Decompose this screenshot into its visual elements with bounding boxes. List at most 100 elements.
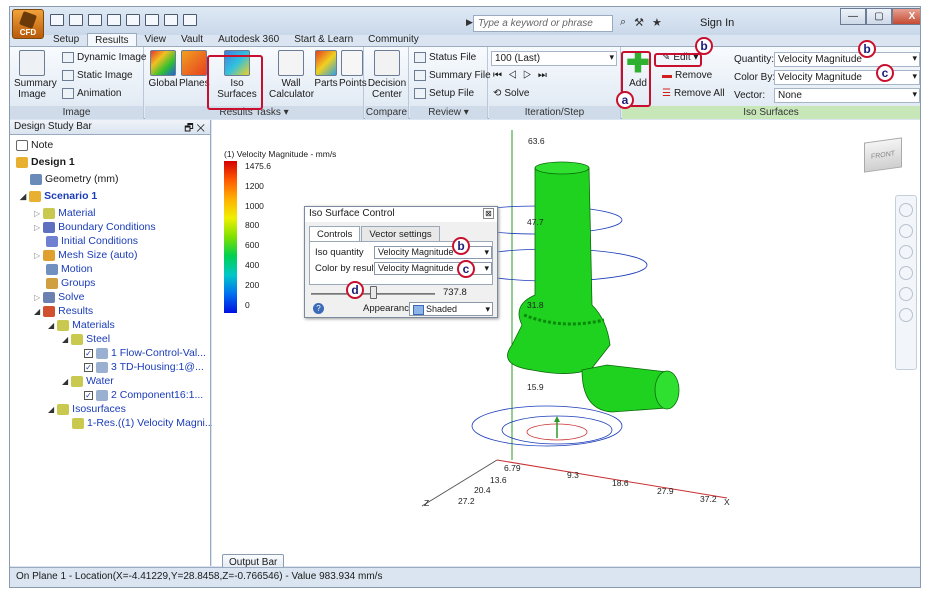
tab-controls[interactable]: Controls — [309, 226, 361, 242]
outlet-pipe — [581, 364, 668, 413]
collapse-icon[interactable]: ◢ — [62, 377, 68, 386]
graphics-viewport[interactable]: (1) Velocity Magnitude - mm/s 1475.6 120… — [212, 120, 920, 566]
tree-item-isosurfaces[interactable]: ◢ Isosurfaces — [48, 403, 126, 415]
pan-icon[interactable] — [899, 224, 913, 238]
part-icon — [96, 389, 108, 401]
app-menu-button[interactable]: CFD — [12, 9, 44, 39]
tree-item-groups[interactable]: Groups — [46, 277, 95, 289]
open-icon[interactable] — [69, 14, 83, 26]
zoom-icon[interactable] — [899, 245, 913, 259]
redo-icon[interactable] — [145, 14, 159, 26]
tree-item-geometry[interactable]: Geometry (mm) — [30, 173, 119, 185]
parts-button[interactable]: Parts — [313, 50, 339, 89]
binoculars-icon[interactable]: ⌕ — [620, 16, 626, 29]
expand-icon[interactable]: ▷ — [34, 293, 40, 302]
close-button[interactable]: X — [892, 8, 920, 25]
tree-item-steel[interactable]: ◢ Steel — [62, 333, 110, 345]
color-by-select[interactable]: Velocity Magnitude — [774, 70, 920, 85]
tree-item-material[interactable]: ▷ Material — [34, 207, 96, 219]
tab-vector-settings[interactable]: Vector settings — [361, 226, 440, 242]
tree-item-solve[interactable]: ▷ Solve — [34, 291, 84, 303]
collapse-icon[interactable]: ◢ — [48, 321, 54, 330]
iso-value-slider-thumb[interactable] — [370, 286, 377, 299]
iteration-select[interactable]: 100 (Last) — [491, 51, 617, 66]
solve-button[interactable]: ⟲ Solve — [493, 88, 529, 99]
quantity-select[interactable]: Velocity Magnitude — [774, 52, 920, 67]
save-all-icon[interactable] — [107, 14, 121, 26]
collapse-icon[interactable]: ◢ — [48, 405, 54, 414]
playback-controls[interactable]: ⏮◁▷⏭ — [493, 70, 553, 81]
tree-item-note[interactable]: Note — [16, 139, 53, 151]
callout-a: a — [616, 91, 634, 109]
maximize-button[interactable]: ▢ — [866, 8, 892, 25]
star-icon[interactable]: ★ — [652, 16, 662, 29]
minimize-button[interactable]: — — [840, 8, 866, 25]
part-3-checkbox[interactable]: ✓ — [84, 362, 93, 372]
summary-image-button[interactable]: Summary Image — [14, 50, 57, 100]
help-icon[interactable]: ? — [313, 303, 324, 314]
look-icon[interactable] — [899, 287, 913, 301]
steering-wheel-icon[interactable] — [899, 203, 913, 217]
setup-file-button[interactable]: Setup File — [414, 88, 474, 99]
collapse-icon[interactable]: ◢ — [62, 335, 68, 344]
collapse-icon[interactable]: ◢ — [34, 307, 40, 316]
top-pipe-opening — [534, 161, 590, 175]
z-label-0: 6.79 — [504, 463, 521, 473]
wrench-icon[interactable]: ⚒ — [634, 16, 644, 29]
status-file-button[interactable]: Status File — [414, 52, 476, 63]
view-cube[interactable]: FRONT — [864, 137, 902, 173]
tree-item-boundary-conditions[interactable]: ▷ Boundary Conditions — [34, 221, 156, 233]
global-button[interactable]: Global — [148, 50, 178, 89]
x-label-1: 9.3 — [567, 470, 579, 480]
properties-icon[interactable] — [164, 14, 178, 26]
search-expand-icon[interactable]: ▶ — [466, 17, 473, 28]
part-2-checkbox[interactable]: ✓ — [84, 390, 93, 400]
quick-access-toolbar — [50, 14, 197, 26]
tree-item-results[interactable]: ◢ Results — [34, 305, 93, 317]
tree-item-motion[interactable]: Motion — [46, 263, 93, 275]
expand-icon[interactable]: ▷ — [34, 209, 40, 218]
static-image-button[interactable]: Static Image — [62, 70, 133, 81]
summary-file-button[interactable]: Summary File — [414, 70, 491, 81]
animation-button[interactable]: Animation — [62, 88, 121, 99]
part-1-checkbox[interactable]: ✓ — [84, 348, 93, 358]
tree-item-part-3[interactable]: ✓ 3 TD-Housing:1@... — [84, 361, 204, 373]
expand-icon[interactable]: ▷ — [34, 251, 40, 260]
wall-calculator-button[interactable]: Wall Calculator — [269, 50, 314, 100]
planes-button[interactable]: Planes — [179, 50, 210, 89]
save-icon[interactable] — [88, 14, 102, 26]
geometry-icon — [30, 173, 42, 185]
tree-item-water[interactable]: ◢ Water — [62, 375, 114, 387]
expand-icon[interactable]: ▷ — [34, 223, 40, 232]
tree-item-iso-result[interactable]: 1-Res.((1) Velocity Magni... — [72, 417, 214, 429]
panel-pin-close[interactable]: 🗗 ✕ — [184, 121, 205, 138]
vector-select[interactable]: None — [774, 88, 920, 103]
new-icon[interactable] — [50, 14, 64, 26]
window-icon[interactable] — [183, 14, 197, 26]
appearance-select[interactable]: Shaded — [409, 302, 493, 316]
navigation-bar — [895, 195, 917, 370]
sign-in-link[interactable]: Sign In — [700, 17, 734, 29]
tree-item-design[interactable]: Design 1 — [16, 156, 75, 168]
undo-icon[interactable] — [126, 14, 140, 26]
decision-center-button[interactable]: Decision Center — [367, 50, 407, 100]
remove-iso-button[interactable]: ▬ Remove — [662, 70, 712, 81]
tree-item-scenario[interactable]: ◢ Scenario 1 — [20, 190, 97, 202]
color-by-label: Color By: — [734, 72, 776, 83]
tree-item-materials[interactable]: ◢ Materials — [48, 319, 115, 331]
tree-item-part-1[interactable]: ✓ 1 Flow-Control-Val... — [84, 347, 206, 359]
review-label[interactable]: Review ▾ — [410, 106, 487, 119]
remove-all-iso-button[interactable]: ☰ Remove All — [662, 88, 725, 99]
fit-icon[interactable] — [899, 308, 913, 322]
y-label-mid1: 47.7 — [527, 217, 544, 227]
tree-item-mesh-size[interactable]: ▷ Mesh Size (auto) — [34, 249, 138, 261]
tree-item-initial-conditions[interactable]: Initial Conditions — [46, 235, 138, 247]
search-input[interactable]: Type a keyword or phrase — [473, 15, 613, 32]
iso-quantity-select[interactable]: Velocity Magnitude — [374, 246, 492, 259]
collapse-icon[interactable]: ◢ — [20, 192, 26, 201]
points-button[interactable]: Points — [339, 50, 367, 89]
dialog-close-button[interactable]: ⊠ — [483, 208, 494, 219]
dynamic-image-button[interactable]: Dynamic Image — [62, 52, 146, 63]
orbit-icon[interactable] — [899, 266, 913, 280]
tree-item-part-2[interactable]: ✓ 2 Component16:1... — [84, 389, 203, 401]
